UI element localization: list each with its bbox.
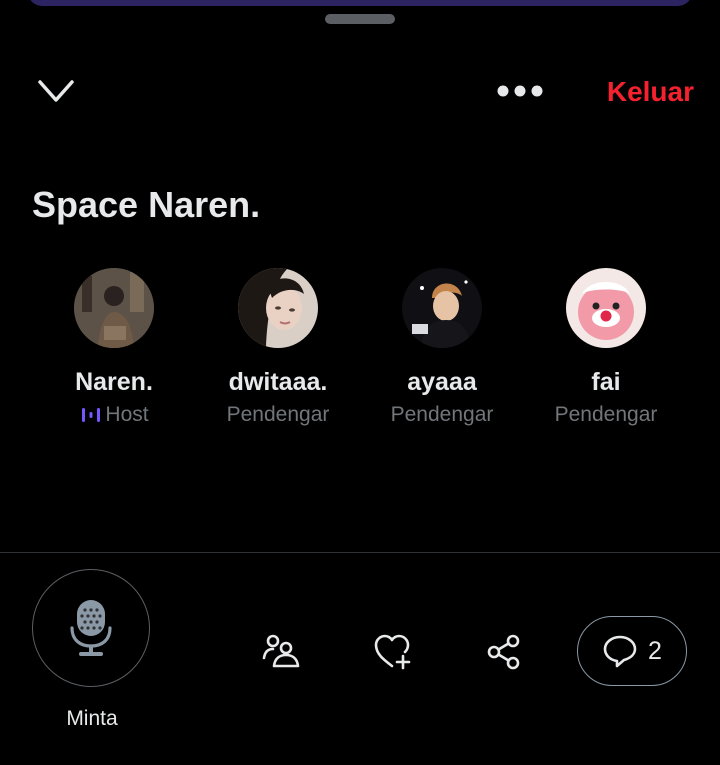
request-mic-button[interactable] bbox=[32, 569, 150, 687]
participant-role: Pendengar bbox=[360, 403, 524, 427]
participant-name: dwitaaa. bbox=[228, 368, 328, 396]
participant-host[interactable]: Naren. Host bbox=[32, 268, 196, 427]
people-button[interactable] bbox=[260, 632, 300, 672]
participant-role-label: Pendengar bbox=[390, 403, 494, 426]
heart-plus-icon bbox=[374, 634, 411, 670]
leave-button[interactable]: Keluar bbox=[590, 72, 694, 112]
participant-role-label: Host bbox=[105, 403, 149, 426]
participant-name: Naren. bbox=[75, 368, 153, 396]
mic-label: Minta bbox=[66, 707, 118, 730]
avatar bbox=[402, 268, 482, 348]
comment-icon bbox=[603, 635, 637, 668]
participant-role: Pendengar bbox=[196, 403, 360, 427]
comments-count: 2 bbox=[648, 636, 662, 665]
host-audio-icon bbox=[82, 408, 101, 422]
more-horizontal-icon bbox=[497, 85, 543, 97]
like-button[interactable] bbox=[372, 632, 412, 672]
microphone-icon bbox=[70, 600, 112, 656]
share-icon bbox=[487, 634, 520, 670]
comments-button[interactable]: 2 bbox=[577, 616, 687, 686]
space-title: Space Naren. bbox=[32, 184, 261, 225]
share-button[interactable] bbox=[484, 632, 524, 672]
people-icon bbox=[262, 634, 300, 668]
participant-name: fai bbox=[591, 368, 621, 396]
drag-handle[interactable] bbox=[325, 14, 395, 24]
avatar bbox=[566, 268, 646, 348]
more-options-button[interactable] bbox=[494, 78, 546, 104]
participant-listener[interactable]: dwitaaa. Pendengar bbox=[196, 268, 360, 427]
participant-role-label: Pendengar bbox=[554, 403, 658, 426]
collapse-button[interactable] bbox=[36, 74, 76, 108]
top-sheet-edge bbox=[28, 0, 692, 6]
participant-listener[interactable]: fai Pendengar bbox=[524, 268, 688, 427]
chevron-down-icon bbox=[38, 80, 74, 102]
participant-role: Pendengar bbox=[524, 403, 688, 427]
avatar bbox=[74, 268, 154, 348]
participant-role: Host bbox=[32, 403, 196, 427]
avatar bbox=[238, 268, 318, 348]
participant-name: ayaaa bbox=[407, 368, 477, 396]
divider bbox=[0, 552, 720, 553]
participant-listener[interactable]: ayaaa Pendengar bbox=[360, 268, 524, 427]
participant-role-label: Pendengar bbox=[226, 403, 330, 426]
